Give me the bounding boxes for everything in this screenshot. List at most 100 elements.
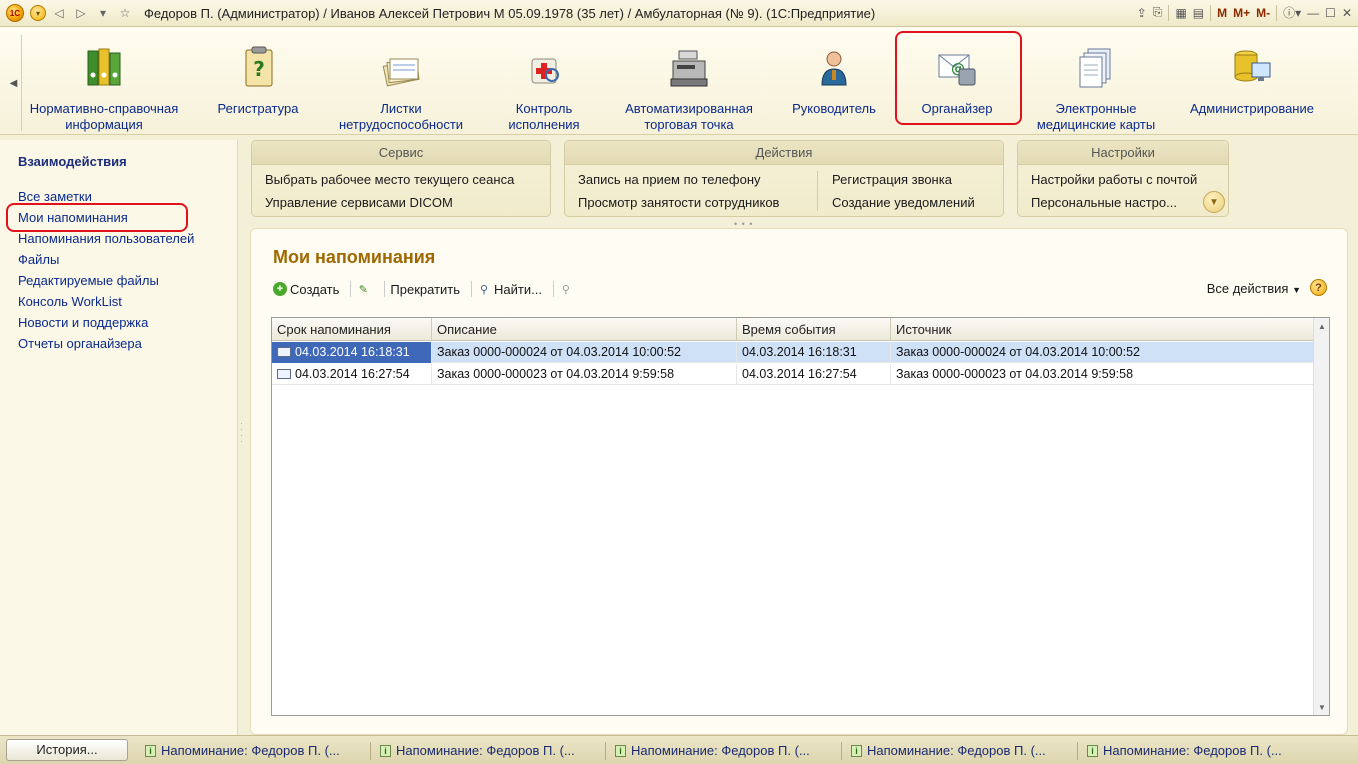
- cmd-mail-settings[interactable]: Настройки работы с почтой: [1031, 172, 1197, 187]
- cmd-dicom-services[interactable]: Управление сервисами DICOM: [265, 195, 453, 210]
- all-actions-menu[interactable]: Все действия ▼: [1207, 281, 1301, 296]
- column-header-source[interactable]: Источник: [891, 318, 1313, 341]
- cell-source[interactable]: Заказ 0000-000023 от 04.03.2014 9:59:58: [891, 364, 1313, 385]
- all-actions-label: Все действия: [1206, 281, 1289, 296]
- history-dropdown-icon[interactable]: ▾: [94, 4, 112, 22]
- open-window-tab[interactable]: i Напоминание: Федоров П. (...: [145, 741, 340, 761]
- cell-event-time[interactable]: 04.03.2014 16:27:54: [737, 364, 891, 385]
- organizer-highlight-frame: [895, 31, 1022, 125]
- edit-button[interactable]: ✎: [356, 282, 373, 296]
- cell-description[interactable]: Заказ 0000-000024 от 04.03.2014 10:00:52: [432, 342, 737, 363]
- section-sick-leave[interactable]: Листки нетрудоспособности: [330, 45, 472, 133]
- info-icon[interactable]: ⓘ▾: [1283, 4, 1301, 21]
- documents-icon: [1079, 48, 1111, 88]
- my-reminders-highlight-frame: [6, 203, 188, 232]
- history-button[interactable]: История...: [6, 739, 128, 761]
- minimize-icon[interactable]: —: [1307, 6, 1319, 20]
- divider: [552, 281, 554, 297]
- tab-label: Напоминание: Федоров П. (...: [1103, 743, 1282, 758]
- calculator-icon[interactable]: ▦: [1175, 6, 1186, 20]
- section-retail-point[interactable]: Автоматизированная торговая точка: [612, 45, 766, 133]
- form-toolbar: + Создать ✎ Прекратить ⚲ Найти... ⚲: [273, 279, 582, 299]
- section-label: Нормативно-справочная информация: [29, 101, 179, 132]
- back-icon[interactable]: ◁: [50, 4, 68, 22]
- link-icon[interactable]: ⎘: [1153, 5, 1163, 20]
- svg-text:?: ?: [253, 57, 265, 81]
- section-registry[interactable]: ? Регистратура: [208, 45, 308, 117]
- cell-deadline[interactable]: 04.03.2014 16:18:31: [272, 342, 432, 363]
- plus-icon: +: [273, 282, 287, 296]
- nav-item-news-support[interactable]: Новости и поддержка: [18, 315, 148, 330]
- pencil-icon: ✎: [358, 283, 369, 296]
- group-actions: Действия Запись на прием по телефону Рег…: [564, 140, 1004, 217]
- stop-button[interactable]: Прекратить: [390, 282, 460, 297]
- create-button[interactable]: + Создать: [273, 282, 339, 297]
- group-title: Действия: [565, 141, 1003, 165]
- find-button[interactable]: ⚲ Найти...: [477, 282, 542, 297]
- nav-item-files[interactable]: Файлы: [18, 252, 59, 267]
- nav-item-editable-files[interactable]: Редактируемые файлы: [18, 273, 159, 288]
- help-icon[interactable]: ?: [1310, 279, 1327, 296]
- table-header: Срок напоминания Описание Время события …: [272, 318, 1313, 341]
- find-label: Найти...: [494, 281, 542, 297]
- group-settings: Настройки Настройки работы с почтой Перс…: [1017, 140, 1229, 217]
- memory-plus-button[interactable]: M+: [1233, 6, 1250, 20]
- group-title: Сервис: [252, 141, 550, 165]
- scroll-up-icon[interactable]: ▲: [1314, 318, 1330, 334]
- section-reference-info[interactable]: Нормативно-справочная информация: [18, 45, 190, 133]
- cell-event-time[interactable]: 04.03.2014 16:18:31: [737, 342, 891, 363]
- cell-source[interactable]: Заказ 0000-000024 от 04.03.2014 10:00:52: [891, 342, 1313, 363]
- papers-icon: [382, 58, 420, 87]
- close-icon[interactable]: ✕: [1342, 6, 1352, 20]
- section-execution-control[interactable]: Контроль исполнения: [498, 45, 590, 133]
- favorite-arrow-icon[interactable]: ⇪: [1137, 6, 1147, 20]
- clipboard-question-icon: ?: [245, 46, 273, 87]
- window-title: Федоров П. (Администратор) / Иванов Алек…: [144, 5, 876, 21]
- group-title: Настройки: [1018, 141, 1228, 165]
- open-window-tab[interactable]: i Напоминание: Федоров П. (...: [1087, 741, 1282, 761]
- tab-label: Напоминание: Федоров П. (...: [161, 743, 340, 758]
- column-header-deadline[interactable]: Срок напоминания: [272, 318, 432, 341]
- cancel-search-button[interactable]: ⚲: [559, 282, 576, 296]
- vertical-scrollbar[interactable]: ▲ ▼: [1313, 318, 1329, 715]
- nav-item-all-notes[interactable]: Все заметки: [18, 189, 92, 204]
- memory-button[interactable]: M: [1217, 6, 1227, 20]
- scroll-down-icon[interactable]: ▼: [1314, 699, 1330, 715]
- section-manager[interactable]: Руководитель: [784, 45, 884, 117]
- title-bar: 1С ▾ ◁ ▷ ▾ ☆ Федоров П. (Администратор) …: [0, 0, 1358, 27]
- open-window-tab[interactable]: i Напоминание: Федоров П. (...: [615, 741, 810, 761]
- cell-description[interactable]: Заказ 0000-000023 от 04.03.2014 9:59:58: [432, 364, 737, 385]
- nav-item-worklist-console[interactable]: Консоль WorkList: [18, 294, 122, 309]
- maximize-icon[interactable]: ☐: [1325, 6, 1336, 20]
- tab-label: Напоминание: Федоров П. (...: [631, 743, 810, 758]
- section-emr[interactable]: Электронные медицинские карты: [1030, 45, 1162, 133]
- divider: [471, 281, 473, 297]
- app-logo-text: 1С: [9, 8, 21, 18]
- cmd-select-workplace[interactable]: Выбрать рабочее место текущего сеанса: [265, 172, 514, 187]
- section-label: Электронные медицинские карты: [1036, 101, 1156, 132]
- memory-minus-button[interactable]: M-: [1256, 6, 1270, 20]
- cmd-personal-settings[interactable]: Персональные настро...: [1031, 195, 1177, 210]
- open-window-tab[interactable]: i Напоминание: Федоров П. (...: [380, 741, 575, 761]
- table-row[interactable]: 04.03.2014 16:27:54 Заказ 0000-000023 от…: [272, 364, 1313, 385]
- nav-item-user-reminders[interactable]: Напоминания пользователей: [18, 231, 194, 246]
- cmd-staff-occupancy[interactable]: Просмотр занятости сотрудников: [578, 195, 779, 210]
- info-icon: i: [615, 745, 626, 757]
- more-commands-icon[interactable]: ▼: [1203, 191, 1225, 213]
- nav-item-organizer-reports[interactable]: Отчеты органайзера: [18, 336, 142, 351]
- favorite-star-icon[interactable]: ☆: [116, 4, 134, 22]
- cmd-create-notifications[interactable]: Создание уведомлений: [832, 195, 975, 210]
- cmd-phone-appointment[interactable]: Запись на прием по телефону: [578, 172, 761, 187]
- forward-icon[interactable]: ▷: [72, 4, 90, 22]
- column-header-description[interactable]: Описание: [432, 318, 737, 341]
- panel-splitter[interactable]: · · · ·: [240, 419, 246, 450]
- column-header-event-time[interactable]: Время события: [737, 318, 891, 341]
- cell-deadline[interactable]: 04.03.2014 16:27:54: [272, 364, 432, 385]
- calendar-icon[interactable]: ▤: [1193, 6, 1204, 20]
- table-row[interactable]: 04.03.2014 16:18:31 Заказ 0000-000024 от…: [272, 342, 1313, 363]
- section-administration[interactable]: Администрирование: [1182, 45, 1322, 117]
- open-window-tab[interactable]: i Напоминание: Федоров П. (...: [851, 741, 1046, 761]
- cmd-register-call[interactable]: Регистрация звонка: [832, 172, 952, 187]
- app-logo-icon[interactable]: 1С: [6, 4, 24, 22]
- main-menu-icon[interactable]: ▾: [30, 5, 46, 21]
